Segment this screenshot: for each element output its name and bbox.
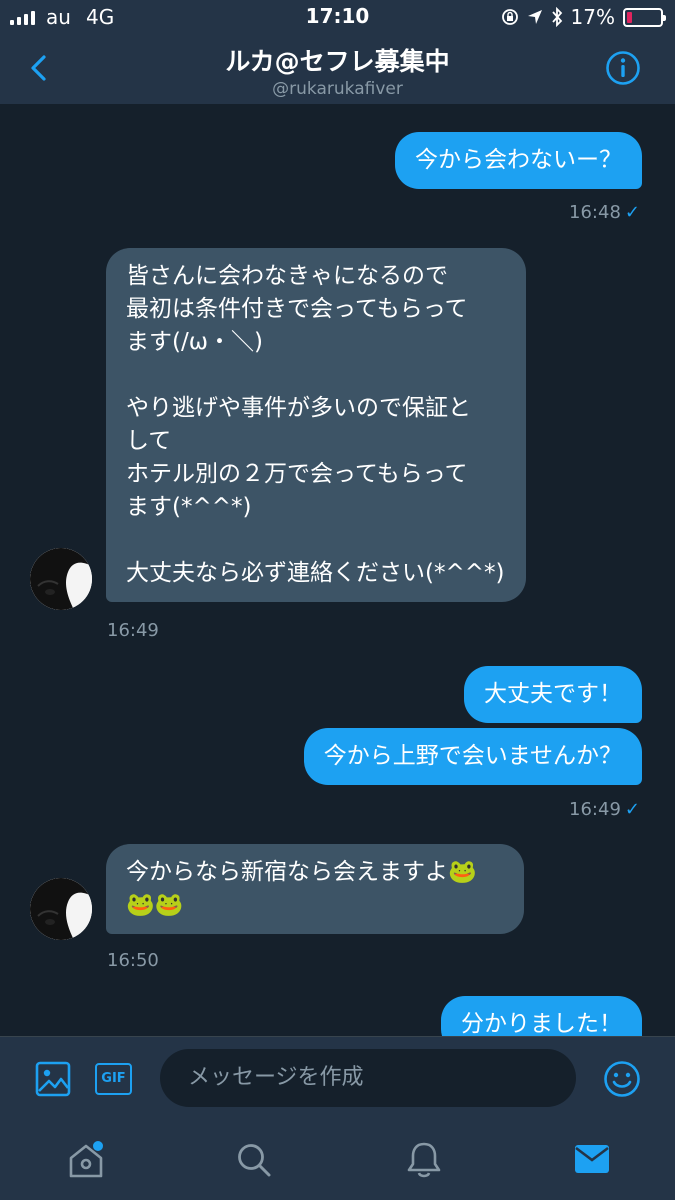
conversation-title-block[interactable]: ルカ@セフレ募集中 @rukarukafiver xyxy=(120,42,555,99)
message-timestamp: 16:50 xyxy=(107,950,159,971)
sent-message[interactable]: 今から会わないー？ xyxy=(395,132,642,189)
search-icon[interactable] xyxy=(236,1142,272,1178)
emoji-icon[interactable] xyxy=(603,1060,641,1098)
location-icon xyxy=(527,10,542,24)
notifications-icon[interactable] xyxy=(406,1140,442,1180)
avatar[interactable] xyxy=(30,878,92,940)
received-message[interactable]: 皆さんに会わなきゃになるので 最初は条件付きで会ってもらって ます(/ω・＼) … xyxy=(106,248,526,602)
sent-message[interactable]: 大丈夫です！ xyxy=(464,666,642,723)
messages-icon[interactable] xyxy=(574,1144,610,1174)
battery-percent: 17% xyxy=(570,5,615,29)
bluetooth-icon xyxy=(551,7,562,27)
status-icons: 17% xyxy=(501,5,666,29)
notification-dot xyxy=(93,1141,103,1151)
message-timestamp: 16:49 xyxy=(107,620,159,641)
gif-button[interactable]: GIF xyxy=(95,1063,132,1095)
sent-message[interactable]: 今から上野で会いませんか？ xyxy=(303,728,642,785)
dm-screen: au 4G 17:10 17% ルカ@セフレ募集中 @rukarukafiver… xyxy=(0,0,675,1200)
sent-message[interactable]: 分かりました！ xyxy=(441,996,642,1036)
status-bar: au 4G 17:10 17% xyxy=(0,0,675,36)
info-button[interactable] xyxy=(605,50,641,86)
top-bar: au 4G 17:10 17% ルカ@セフレ募集中 @rukarukafiver xyxy=(0,0,675,104)
message-input[interactable]: メッセージを作成 xyxy=(160,1049,576,1107)
received-message[interactable]: 今からなら新宿なら会えますよ🐸 🐸🐸 xyxy=(106,844,524,934)
gif-label: GIF xyxy=(101,1071,126,1086)
back-button[interactable] xyxy=(22,50,58,86)
tab-bar xyxy=(0,1126,675,1200)
battery-icon xyxy=(623,7,666,27)
read-check-icon: ✓ xyxy=(624,202,640,223)
avatar[interactable] xyxy=(30,548,92,610)
message-list[interactable]: 今から会わないー？ 16:48 ✓ 皆さんに会わなきゃになるので 最初は条件付きで… xyxy=(0,104,675,1036)
conversation-header: ルカ@セフレ募集中 @rukarukafiver xyxy=(0,36,675,104)
conversation-handle: @rukarukafiver xyxy=(272,79,403,99)
message-timestamp: 16:48 ✓ xyxy=(569,202,640,223)
home-icon[interactable] xyxy=(66,1140,106,1180)
message-timestamp: 16:49 ✓ xyxy=(569,799,640,820)
read-check-icon: ✓ xyxy=(624,799,640,820)
orientation-lock-icon xyxy=(501,9,518,25)
conversation-title: ルカ@セフレ募集中 xyxy=(225,47,450,76)
message-composer: GIF メッセージを作成 xyxy=(0,1036,675,1126)
message-input-placeholder: メッセージを作成 xyxy=(188,1065,364,1090)
image-icon[interactable] xyxy=(35,1061,71,1097)
